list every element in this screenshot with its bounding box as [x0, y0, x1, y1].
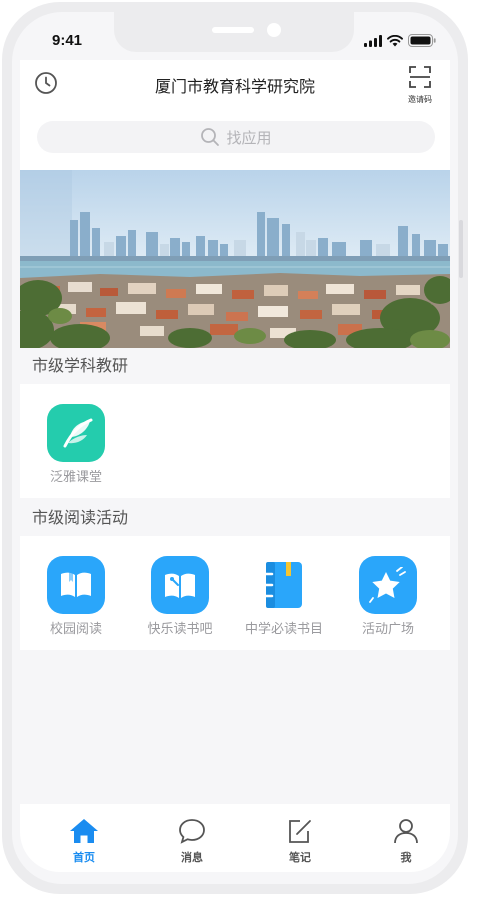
- section-title-subject-research: 市级学科教研: [20, 348, 450, 384]
- tab-profile[interactable]: 我: [376, 818, 436, 865]
- battery-icon: [408, 34, 436, 47]
- side-button: [459, 220, 463, 278]
- signal-icon: [364, 34, 382, 47]
- book-icon: [47, 556, 105, 614]
- app-label: 泛雅课堂: [49, 470, 102, 485]
- search-input[interactable]: 找应用: [37, 121, 435, 153]
- search-placeholder: 找应用: [226, 128, 272, 147]
- section-title-reading-activities: 市级阅读活动: [20, 500, 450, 536]
- tab-bar: 首页 消息 笔记 我: [20, 804, 450, 872]
- banner-image[interactable]: [20, 170, 450, 348]
- tab-label: 笔记: [289, 851, 311, 864]
- message-icon: [179, 819, 205, 844]
- app-label: 活动广场: [361, 622, 414, 637]
- search-icon: [201, 128, 220, 146]
- reading-book-icon: [151, 556, 209, 614]
- app-label: 快乐读书吧: [147, 622, 213, 637]
- tab-messages[interactable]: 消息: [162, 818, 222, 865]
- notebook-icon: [255, 556, 313, 614]
- phone-screen: 9:41 厦门市教育科学研究院 邀请码 找应用 市级学科教研 泛雅课堂 市级阅读…: [12, 12, 458, 884]
- leaf-icon: [47, 404, 105, 462]
- scan-icon: [409, 66, 431, 88]
- status-time: 9:41: [52, 32, 83, 49]
- app-label: 校园阅读: [49, 622, 102, 637]
- note-icon: [289, 820, 311, 843]
- app-required-reading-list[interactable]: 中学必读书目: [232, 556, 336, 637]
- app-activity-plaza[interactable]: 活动广场: [336, 556, 440, 637]
- camera: [267, 23, 281, 37]
- app-happy-reading[interactable]: 快乐读书吧: [128, 556, 232, 637]
- scan-button[interactable]: 邀请码: [402, 65, 438, 105]
- subject-research-card: 泛雅课堂: [20, 384, 450, 498]
- app-label: 中学必读书目: [244, 622, 323, 637]
- tab-notes[interactable]: 笔记: [270, 818, 330, 865]
- tab-label: 消息: [181, 851, 203, 864]
- city-skyline-image: [20, 170, 450, 348]
- header: 厦门市教育科学研究院 邀请码: [20, 60, 450, 108]
- profile-icon: [394, 819, 418, 844]
- tab-label: 首页: [73, 851, 95, 864]
- search-area: 找应用: [20, 108, 450, 170]
- app-fanya-classroom[interactable]: 泛雅课堂: [24, 404, 128, 485]
- wifi-icon: [387, 34, 403, 46]
- tab-label: 我: [400, 851, 412, 864]
- scan-label: 邀请码: [408, 95, 432, 104]
- speaker: [212, 27, 254, 33]
- status-icons: [364, 34, 436, 47]
- reading-activities-card: 校园阅读 快乐读书吧 中学必读书目 活动广场: [20, 536, 450, 650]
- phone-frame: 9:41 厦门市教育科学研究院 邀请码 找应用 市级学科教研 泛雅课堂 市级阅读…: [2, 2, 468, 894]
- star-icon: [359, 556, 417, 614]
- tab-home[interactable]: 首页: [54, 818, 114, 865]
- page-title: 厦门市教育科学研究院: [154, 77, 315, 96]
- notch: [114, 12, 354, 52]
- home-icon: [70, 819, 98, 843]
- app-campus-reading[interactable]: 校园阅读: [24, 556, 128, 637]
